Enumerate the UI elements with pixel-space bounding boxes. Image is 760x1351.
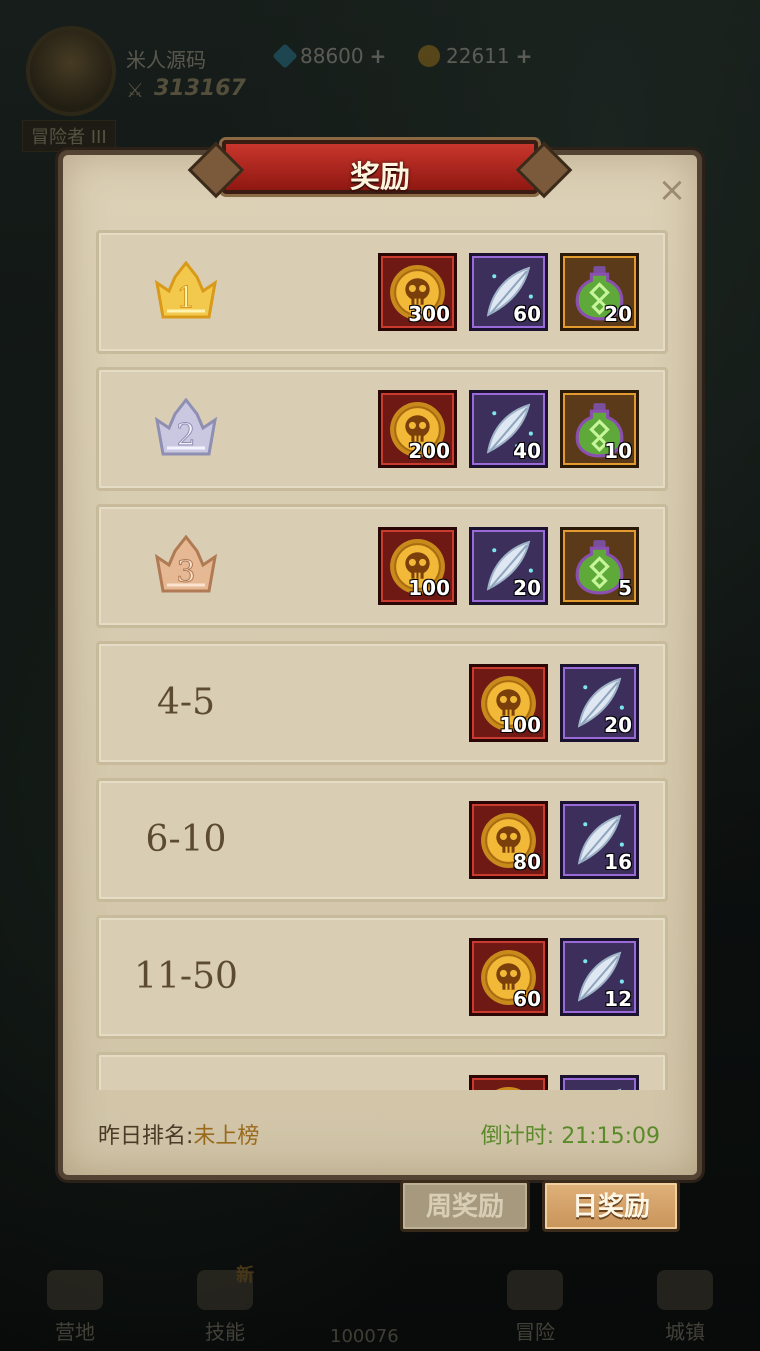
potion-reward-item[interactable]: 10	[560, 390, 639, 468]
crown-icon: 3	[153, 534, 219, 597]
item-quantity: 60	[513, 987, 541, 1011]
reward-row: 11-50 60 12	[96, 915, 668, 1039]
feather-reward-item[interactable]: 20	[560, 664, 639, 742]
feather-reward-item[interactable]: 12	[560, 938, 639, 1016]
item-quantity: 100	[499, 713, 541, 737]
reward-list[interactable]: 1 300 60 20 2 200 40 10 3 100 20 5 4-5 100 20 6-10 80 16 1…	[96, 228, 668, 1090]
coin-reward-item[interactable]: 60	[469, 938, 548, 1016]
svg-text:1: 1	[176, 281, 195, 316]
rank-range: 6-10	[145, 819, 227, 860]
reward-row: 2 200 40 10	[96, 367, 668, 491]
item-quantity: 5	[618, 576, 632, 600]
reward-row: 1 300 60 20	[96, 230, 668, 354]
coin-reward-item[interactable]	[469, 1075, 548, 1090]
svg-text:2: 2	[176, 418, 195, 453]
countdown-value: 21:15:09	[561, 1124, 660, 1149]
modal-title: 奖励	[350, 160, 410, 195]
coin-reward-item[interactable]: 200	[378, 390, 457, 468]
yesterday-rank: 昨日排名:未上榜	[98, 1118, 259, 1150]
close-icon[interactable]: ×	[654, 172, 690, 208]
reward-items: 60 12	[469, 938, 639, 1016]
coin-reward-item[interactable]: 100	[378, 527, 457, 605]
feather-reward-item[interactable]	[560, 1075, 639, 1090]
item-quantity: 200	[408, 439, 450, 463]
item-quantity: 20	[513, 576, 541, 600]
reward-items: 100 20	[469, 664, 639, 742]
rank-range: 4-5	[157, 682, 215, 723]
modal-header: 奖励	[222, 140, 538, 195]
potion-reward-item[interactable]: 20	[560, 253, 639, 331]
yesterday-rank-value: 未上榜	[193, 1124, 260, 1149]
countdown: 倒计时: 21:15:09	[481, 1118, 660, 1150]
reward-items: 300 60 20	[378, 253, 639, 331]
reward-row: 6-10 80 16	[96, 778, 668, 902]
coin-reward-item[interactable]: 80	[469, 801, 548, 879]
potion-reward-item[interactable]: 5	[560, 527, 639, 605]
crown-icon: 1	[153, 260, 219, 323]
reward-row: 3 100 20 5	[96, 504, 668, 628]
item-quantity: 60	[513, 302, 541, 326]
reward-row: 4-5 100 20	[96, 641, 668, 765]
item-quantity: 20	[604, 302, 632, 326]
item-quantity: 16	[604, 850, 632, 874]
item-quantity: 300	[408, 302, 450, 326]
feather-reward-item[interactable]: 40	[469, 390, 548, 468]
crown-icon: 2	[153, 397, 219, 460]
rank-range: 11-50	[134, 956, 238, 997]
reward-items: 80 16	[469, 801, 639, 879]
item-quantity: 10	[604, 439, 632, 463]
item-quantity: 20	[604, 713, 632, 737]
item-quantity: 100	[408, 576, 450, 600]
feather-reward-item[interactable]: 60	[469, 253, 548, 331]
rank-range	[123, 1055, 249, 1090]
yesterday-rank-label: 昨日排名:	[98, 1124, 194, 1149]
feather-reward-item[interactable]: 20	[469, 527, 548, 605]
reward-items	[469, 1075, 639, 1090]
tab-weekly-rewards[interactable]: 周奖励	[400, 1180, 530, 1232]
item-quantity: 12	[604, 987, 632, 1011]
reward-items: 100 20 5	[378, 527, 639, 605]
reward-items: 200 40 10	[378, 390, 639, 468]
item-quantity: 40	[513, 439, 541, 463]
countdown-label: 倒计时:	[480, 1124, 562, 1149]
reward-row	[96, 1052, 668, 1090]
feather-reward-item[interactable]: 16	[560, 801, 639, 879]
coin-reward-item[interactable]: 300	[378, 253, 457, 331]
coin-reward-item[interactable]: 100	[469, 664, 548, 742]
tab-daily-rewards[interactable]: 日奖励	[542, 1180, 680, 1232]
item-quantity: 80	[513, 850, 541, 874]
svg-text:3: 3	[176, 555, 195, 590]
